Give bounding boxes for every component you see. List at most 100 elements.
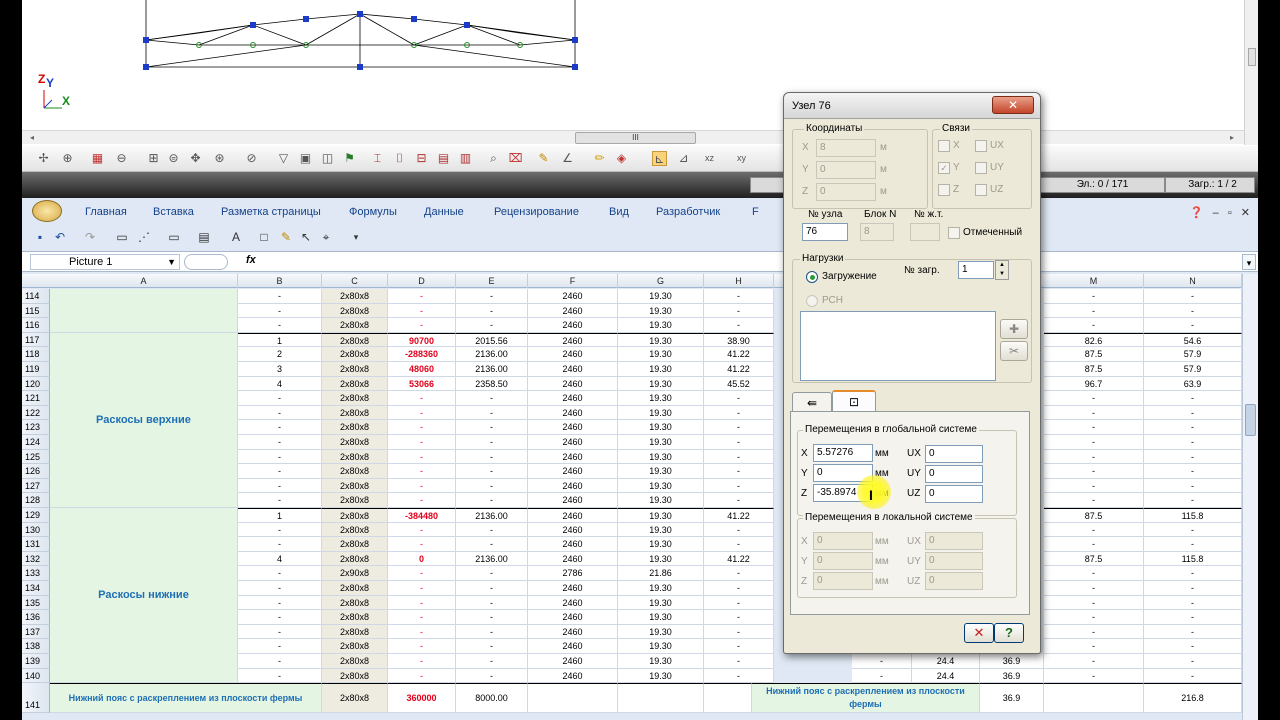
zoom-window-icon[interactable]: ⊞ xyxy=(146,151,161,166)
cell-m[interactable]: - xyxy=(1044,405,1144,421)
cell-n[interactable]: - xyxy=(1144,478,1242,494)
cell-m[interactable]: 82.6 xyxy=(1044,332,1144,348)
cell-l[interactable]: 36.9 xyxy=(980,683,1044,714)
cell-n[interactable]: - xyxy=(1144,595,1242,611)
cell-d[interactable]: - xyxy=(388,595,456,611)
cell-h[interactable]: - xyxy=(704,610,774,625)
local-z-field[interactable]: 0 xyxy=(813,572,873,590)
cell-m[interactable]: - xyxy=(1044,478,1144,494)
cell-n[interactable]: 57.9 xyxy=(1144,362,1242,377)
cell-f[interactable]: 2460 xyxy=(528,435,618,450)
cell-b[interactable]: - xyxy=(238,581,322,596)
cell-c[interactable]: 2x80x8 xyxy=(322,595,388,611)
row-number[interactable]: 120 xyxy=(22,376,50,392)
sheet-vertical-scrollbar[interactable] xyxy=(1242,274,1258,720)
block-field[interactable]: 8 xyxy=(860,223,894,241)
tab-developer[interactable]: Разработчик xyxy=(656,206,720,218)
coord-z-field[interactable]: 0 xyxy=(816,183,876,201)
cell-e[interactable]: - xyxy=(456,435,528,450)
cell-c[interactable]: 2x80x8 xyxy=(322,478,388,494)
cell-f[interactable]: 2460 xyxy=(528,624,618,640)
link-uy-checkbox[interactable] xyxy=(975,162,987,174)
cell-g[interactable]: 19.30 xyxy=(618,610,704,625)
cell-g[interactable]: 19.30 xyxy=(618,522,704,538)
row-number[interactable]: 134 xyxy=(22,581,50,596)
cell-n[interactable]: - xyxy=(1144,537,1242,552)
cell-h[interactable]: - xyxy=(704,289,774,304)
cell-g[interactable]: 19.30 xyxy=(618,303,704,319)
cell-e[interactable]: - xyxy=(456,464,528,479)
row-number[interactable]: 128 xyxy=(22,493,50,508)
row-number[interactable]: 125 xyxy=(22,449,50,465)
cell-g[interactable]: 19.30 xyxy=(618,289,704,304)
cell-d[interactable]: - xyxy=(388,639,456,654)
text-icon[interactable]: A xyxy=(228,229,244,245)
cell-g[interactable]: 19.30 xyxy=(618,537,704,552)
cell-m[interactable]: - xyxy=(1044,493,1144,508)
cell-h[interactable]: 41.22 xyxy=(704,551,774,567)
row-number[interactable]: 141 xyxy=(22,683,50,714)
column-header-e[interactable]: E xyxy=(456,274,528,288)
cell-m[interactable]: - xyxy=(1044,610,1144,625)
cad-horizontal-scrollbar[interactable]: ◂ III ▸ xyxy=(22,130,1244,144)
cell-h[interactable]: - xyxy=(704,391,774,406)
cell-b[interactable]: - xyxy=(238,610,322,625)
cell-m[interactable]: - xyxy=(1044,449,1144,465)
cell-m[interactable]: 87.5 xyxy=(1044,362,1144,377)
cell-d[interactable]: - xyxy=(388,289,456,304)
cad-vertical-scrollbar[interactable] xyxy=(1244,0,1258,145)
save-icon[interactable]: ▪ xyxy=(32,229,48,245)
cell-n[interactable]: - xyxy=(1144,522,1242,538)
cell-b[interactable]: - xyxy=(238,405,322,421)
cell-h[interactable]: - xyxy=(704,654,774,669)
cell-c[interactable]: 2x80x8 xyxy=(322,610,388,625)
cell-d[interactable]: - xyxy=(388,318,456,333)
cell-d[interactable]: - xyxy=(388,391,456,406)
cell-g[interactable]: 19.30 xyxy=(618,318,704,333)
cell-c[interactable]: 2x80x8 xyxy=(322,376,388,392)
cell-c[interactable]: 2x80x8 xyxy=(322,420,388,435)
row-number[interactable]: 138 xyxy=(22,639,50,654)
column-header-n[interactable]: N xyxy=(1144,274,1242,288)
load-number-field[interactable]: 1 xyxy=(958,261,994,279)
restore-window-icon[interactable]: ▫ xyxy=(1228,207,1232,219)
sheet-vscroll-thumb[interactable] xyxy=(1245,404,1256,436)
cell-b[interactable]: - xyxy=(238,522,322,538)
cell-g[interactable]: 19.30 xyxy=(618,639,704,654)
marked-checkbox[interactable] xyxy=(948,227,960,239)
link-uz-checkbox[interactable] xyxy=(975,184,987,196)
help-icon[interactable]: ❓ xyxy=(1190,207,1204,219)
cell-c[interactable]: 2x80x8 xyxy=(322,449,388,465)
cancel-button[interactable]: ✕ xyxy=(964,623,994,643)
cell-b[interactable]: - xyxy=(238,668,322,684)
rotate-icon[interactable]: ⊕ xyxy=(60,151,75,166)
cell-b[interactable]: - xyxy=(238,289,322,304)
zoom-all-icon[interactable]: ⊛ xyxy=(212,151,227,166)
cell-m[interactable]: - xyxy=(1044,464,1144,479)
column-header-f[interactable]: F xyxy=(528,274,618,288)
axes-xz2-icon[interactable]: xz xyxy=(702,151,717,166)
name-box[interactable]: Picture 1 ▼ xyxy=(30,254,180,270)
row-number[interactable]: 122 xyxy=(22,405,50,421)
tab-review[interactable]: Рецензирование xyxy=(494,206,579,218)
view-icon[interactable]: ⊘ xyxy=(244,151,259,166)
shapes-icon[interactable]: ⋰ xyxy=(136,229,152,245)
local-y-field[interactable]: 0 xyxy=(813,552,873,570)
row-number[interactable]: 133 xyxy=(22,566,50,581)
row-number[interactable]: 118 xyxy=(22,347,50,362)
fx-icon[interactable]: fx xyxy=(246,254,256,266)
row-number[interactable]: 127 xyxy=(22,478,50,494)
cell-d[interactable]: - xyxy=(388,668,456,684)
cell-g[interactable]: 19.30 xyxy=(618,435,704,450)
tab-insert[interactable]: Вставка xyxy=(153,206,194,218)
cell-g[interactable]: 19.30 xyxy=(618,624,704,640)
cell-b[interactable]: - xyxy=(238,566,322,581)
cell-h[interactable]: - xyxy=(704,566,774,581)
cell-b[interactable]: - xyxy=(238,435,322,450)
cell-n[interactable]: - xyxy=(1144,610,1242,625)
cell-n[interactable]: - xyxy=(1144,624,1242,640)
row-number[interactable]: 130 xyxy=(22,522,50,538)
cell-b[interactable]: - xyxy=(238,639,322,654)
close-dialog-button[interactable]: ✕ xyxy=(992,96,1034,114)
cell-c[interactable]: 2x80x8 xyxy=(322,624,388,640)
